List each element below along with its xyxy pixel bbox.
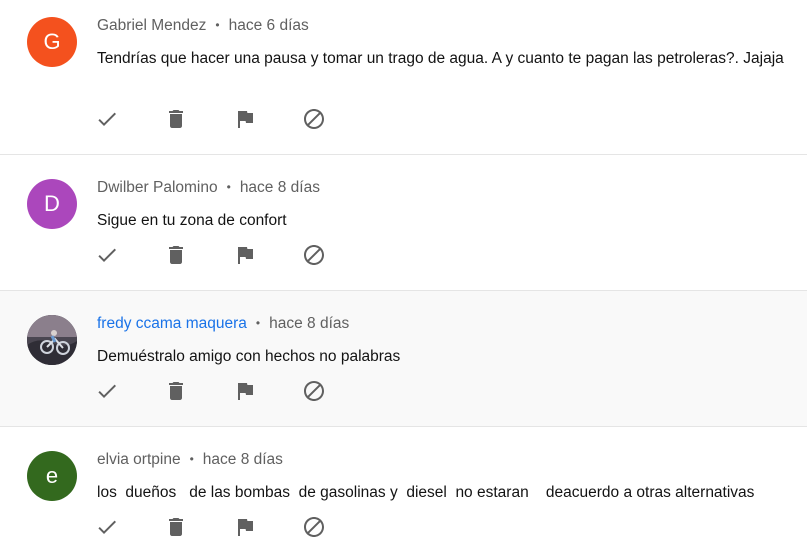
flag-icon	[238, 519, 253, 536]
report-button[interactable]	[224, 373, 266, 409]
block-icon	[304, 109, 324, 129]
comment-actions	[86, 373, 362, 409]
block-icon	[304, 517, 324, 537]
comment-text: Sigue en tu zona de confort	[97, 212, 287, 229]
avatar[interactable]: G	[27, 17, 77, 67]
flag-icon	[238, 247, 253, 264]
avatar-letter: D	[44, 191, 60, 216]
check-icon	[98, 520, 116, 534]
comment-actions	[86, 509, 362, 545]
block-user-button[interactable]	[293, 373, 335, 409]
comment-text: Demuéstralo amigo con hechos no palabras	[97, 348, 401, 365]
comment-actions	[86, 237, 362, 273]
block-user-button[interactable]	[293, 101, 335, 137]
delete-icon	[169, 518, 183, 536]
delete-icon	[169, 246, 183, 264]
avatar[interactable]: D	[27, 179, 77, 229]
approve-button[interactable]	[86, 101, 128, 137]
author-name[interactable]: elvia ortpine	[97, 451, 181, 468]
delete-icon	[169, 382, 183, 400]
delete-button[interactable]	[155, 101, 197, 137]
comment-time[interactable]: hace 8 días	[269, 315, 349, 332]
meta-separator: •	[226, 180, 231, 194]
flag-icon	[238, 383, 253, 400]
block-icon	[304, 245, 324, 265]
comment-text: Tendrías que hacer una pausa y tomar un …	[97, 50, 784, 67]
approve-button[interactable]	[86, 509, 128, 545]
check-icon	[98, 384, 116, 398]
check-icon	[98, 248, 116, 262]
approve-button[interactable]	[86, 373, 128, 409]
block-icon	[304, 381, 324, 401]
author-name[interactable]: Dwilber Palomino	[97, 179, 218, 196]
comment-time[interactable]: hace 6 días	[229, 17, 309, 34]
check-icon	[98, 112, 116, 126]
block-user-button[interactable]	[293, 509, 335, 545]
comment-time[interactable]: hace 8 días	[203, 451, 283, 468]
comment-item: G Gabriel Mendez • hace 6 días Tendrías qu…	[0, 0, 807, 155]
delete-icon	[169, 110, 183, 128]
comment-meta: Gabriel Mendez • hace 6 días	[97, 16, 795, 36]
delete-button[interactable]	[155, 237, 197, 273]
approve-button[interactable]	[86, 237, 128, 273]
block-user-button[interactable]	[293, 237, 335, 273]
avatar-letter: e	[45, 463, 59, 488]
comment-item: e elvia ortpine • hace 8 días los dueños d…	[0, 427, 807, 553]
avatar[interactable]: e	[27, 451, 77, 501]
report-button[interactable]	[224, 237, 266, 273]
meta-separator: •	[215, 18, 220, 32]
avatar[interactable]	[27, 315, 77, 365]
report-button[interactable]	[224, 509, 266, 545]
comment-text: los dueños de las bombas de gasolinas y …	[97, 484, 755, 501]
comment-actions	[86, 101, 362, 137]
flag-icon	[238, 111, 253, 128]
author-name[interactable]: Gabriel Mendez	[97, 17, 206, 34]
comment-item: D Dwilber Palomino • hace 8 días Sigue en …	[0, 155, 807, 291]
avatar-letter: G	[43, 29, 61, 54]
delete-button[interactable]	[155, 509, 197, 545]
comment-meta: fredy ccama maquera • hace 8 días	[97, 314, 795, 334]
delete-button[interactable]	[155, 373, 197, 409]
meta-separator: •	[189, 452, 194, 466]
comment-meta: elvia ortpine • hace 8 días	[97, 450, 795, 470]
comment-meta: Dwilber Palomino • hace 8 días	[97, 178, 795, 198]
avatar-photo	[27, 315, 77, 365]
comment-time[interactable]: hace 8 días	[240, 179, 320, 196]
report-button[interactable]	[224, 101, 266, 137]
comment-item: fredy ccama maquera • hace 8 días Demuéstr…	[0, 291, 807, 427]
meta-separator: •	[255, 316, 261, 330]
comment-list: G Gabriel Mendez • hace 6 días Tendrías qu…	[0, 0, 807, 553]
author-name[interactable]: fredy ccama maquera	[97, 315, 247, 332]
